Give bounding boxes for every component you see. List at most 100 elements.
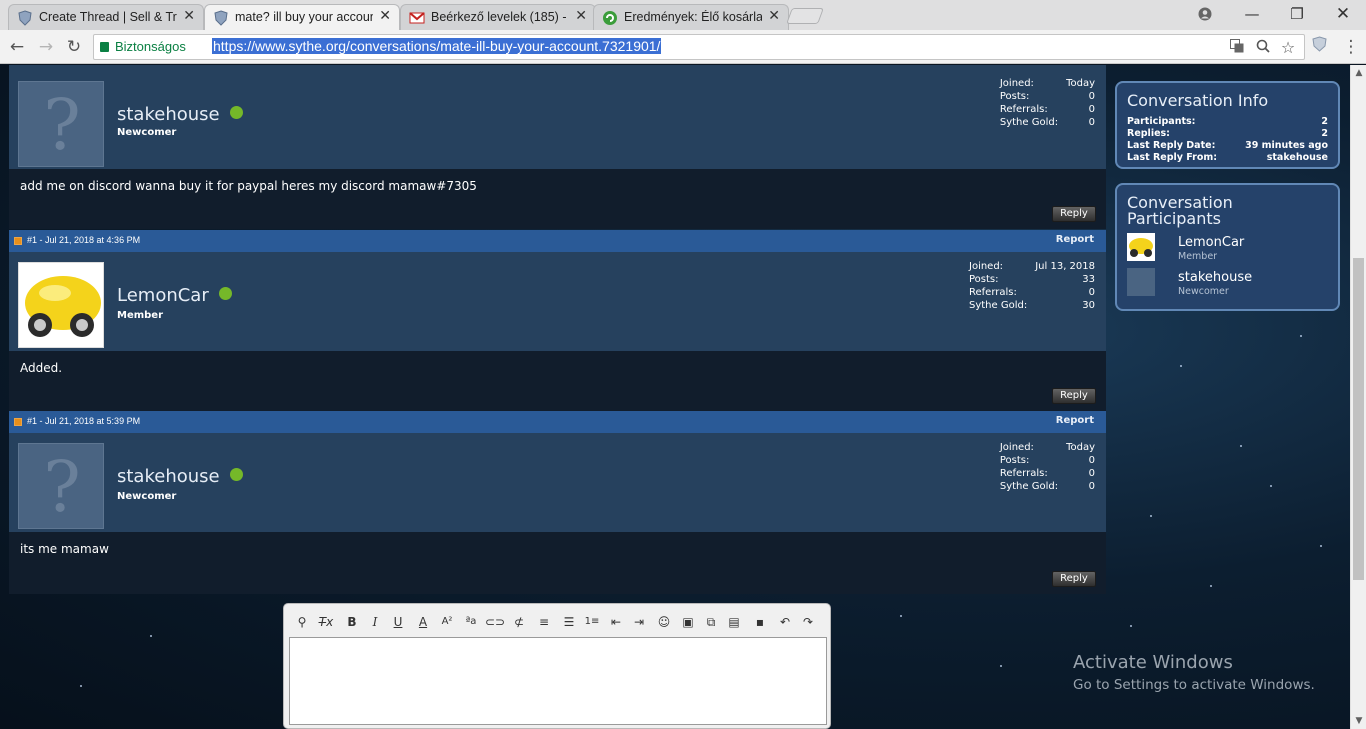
avatar[interactable]: ? <box>18 443 104 529</box>
bold-icon[interactable]: B <box>342 612 362 632</box>
scroll-thumb[interactable] <box>1353 258 1364 580</box>
online-status-icon <box>229 106 243 119</box>
url-text[interactable]: https://www.sythe.org/conversations/mate… <box>212 38 662 54</box>
tab-gmail[interactable]: Beérkező levelek (185) - ✕ <box>400 4 596 30</box>
font-family-icon[interactable]: ªa <box>461 612 481 632</box>
profile-icon[interactable] <box>1185 3 1225 25</box>
user-stats: Joined: Today Posts: 0 Referrals: 0 Sythe G… <box>999 78 1095 128</box>
reply-button[interactable]: Reply <box>1052 206 1096 222</box>
remove-format-icon[interactable]: T̶x <box>316 612 336 632</box>
new-tab-button[interactable] <box>786 8 824 24</box>
insert-icon[interactable]: ▤ <box>724 612 744 632</box>
watermark-line1: Activate Windows <box>1073 652 1233 673</box>
underline-icon[interactable]: U <box>388 612 408 632</box>
italic-icon[interactable]: I <box>365 612 385 632</box>
participant-role: Member <box>1178 251 1218 262</box>
close-icon[interactable]: ✕ <box>768 8 780 24</box>
url-bar[interactable]: Biztonságos https://www.sythe.org/conver… <box>93 34 1305 60</box>
avatar[interactable] <box>18 262 104 348</box>
conversation-info-box: Conversation Info Participants: 2 Replies… <box>1115 81 1340 169</box>
participant-item[interactable]: LemonCar Member <box>1127 233 1327 263</box>
message-permalink[interactable]: #1 - Jul 21, 2018 at 5:39 PM <box>27 416 140 426</box>
menu-kebab-icon[interactable]: ⋮ <box>1340 36 1362 58</box>
scroll-down-icon[interactable]: ▼ <box>1351 713 1366 729</box>
livescore-icon <box>603 11 617 25</box>
security-indicator[interactable]: Biztonságos <box>100 39 186 54</box>
scroll-up-icon[interactable]: ▲ <box>1351 65 1366 81</box>
reply-button[interactable]: Reply <box>1052 388 1096 404</box>
outdent-icon[interactable]: ⇤ <box>606 612 626 632</box>
message-body: Added. Reply <box>9 351 1106 411</box>
maximize-button[interactable]: ❐ <box>1277 3 1317 25</box>
tab-title: Beérkező levelek (185) - <box>431 10 567 24</box>
bookmark-star-icon[interactable]: ☆ <box>1279 39 1297 57</box>
page-scrollbar[interactable]: ▲ ▼ <box>1350 65 1366 729</box>
undo-icon[interactable]: ↶ <box>775 612 795 632</box>
message-text: add me on discord wanna buy it for paypa… <box>20 179 477 193</box>
info-row: Participants: 2 <box>1127 116 1328 127</box>
username[interactable]: stakehouse <box>117 466 243 487</box>
username[interactable]: LemonCar <box>117 285 232 306</box>
zoom-icon[interactable] <box>1254 39 1272 57</box>
back-icon[interactable]: ← <box>6 36 28 58</box>
participant-item[interactable]: stakehouse Newcomer <box>1127 268 1327 298</box>
minimize-button[interactable]: — <box>1232 3 1272 25</box>
indent-icon[interactable]: ⇥ <box>629 612 649 632</box>
secure-label: Biztonságos <box>115 39 186 54</box>
message-permalink[interactable]: #1 - Jul 21, 2018 at 4:36 PM <box>27 235 140 245</box>
avatar[interactable]: ? <box>18 81 104 167</box>
numbered-list-icon[interactable]: 1≡ <box>582 612 602 632</box>
reply-button[interactable]: Reply <box>1052 571 1096 587</box>
close-icon[interactable]: ✕ <box>575 8 587 24</box>
message-header: #1 - Jul 21, 2018 at 5:39 PM Report <box>9 411 1106 433</box>
reload-icon[interactable]: ↻ <box>63 36 85 58</box>
message-body: its me mamaw Reply <box>9 532 1106 594</box>
unlink-icon[interactable]: ⊄ <box>509 612 529 632</box>
close-icon[interactable]: ✕ <box>379 8 391 24</box>
reply-textarea[interactable] <box>289 637 827 725</box>
smilie-icon[interactable]: ☺ <box>654 612 674 632</box>
tab-conversation[interactable]: mate? ill buy your accoun ✕ <box>204 4 400 30</box>
tab-livescore[interactable]: Eredmények: Élő kosárlab ✕ <box>593 4 789 30</box>
message-icon <box>14 418 22 426</box>
font-color-icon[interactable]: A <box>413 612 433 632</box>
link-icon[interactable]: ⊂⊃ <box>485 612 505 632</box>
save-draft-icon[interactable]: ▪ <box>750 612 770 632</box>
format-painter-icon[interactable]: ⚲ <box>292 612 312 632</box>
participant-name[interactable]: LemonCar <box>1178 235 1244 250</box>
font-size-icon[interactable]: A² <box>437 612 457 632</box>
bullet-list-icon[interactable]: ☰ <box>559 612 579 632</box>
report-link[interactable]: Report <box>1056 415 1094 426</box>
report-link[interactable]: Report <box>1056 234 1094 245</box>
windows-activation-watermark: Activate Windows Go to Settings to activ… <box>1073 652 1315 693</box>
participants-box: Conversation Participants LemonCar Member… <box>1115 183 1340 311</box>
tab-create-thread[interactable]: Create Thread | Sell & Tra ✕ <box>8 4 204 30</box>
info-row: Replies: 2 <box>1127 128 1328 139</box>
gmail-icon <box>409 12 425 24</box>
sythe-shield-icon <box>18 10 32 26</box>
reply-editor: ⚲ T̶x B I U A A² ªa ⊂⊃ ⊄ ≡ ☰ 1≡ ⇤ ⇥ ☺ ▣ … <box>283 603 831 729</box>
avatar[interactable] <box>1127 268 1155 296</box>
image-icon[interactable]: ▣ <box>678 612 698 632</box>
media-icon[interactable]: ⧉ <box>701 612 721 632</box>
message: ? stakehouse Newcomer Joined: Today Posts… <box>9 65 1106 229</box>
avatar[interactable] <box>1127 233 1155 261</box>
placeholder-avatar-icon: ? <box>43 446 81 528</box>
page-content: ? stakehouse Newcomer Joined: Today Posts… <box>0 65 1350 729</box>
close-icon[interactable]: ✕ <box>183 8 195 24</box>
message-body: add me on discord wanna buy it for paypa… <box>9 169 1106 229</box>
align-icon[interactable]: ≡ <box>534 612 554 632</box>
watermark-line2: Go to Settings to activate Windows. <box>1073 677 1315 693</box>
online-status-icon <box>218 287 232 300</box>
redo-icon[interactable]: ↷ <box>798 612 818 632</box>
close-window-button[interactable]: ✕ <box>1323 3 1363 25</box>
translate-icon[interactable] <box>1228 39 1246 57</box>
extension-shield-icon[interactable] <box>1308 36 1330 58</box>
last-reply-user-link[interactable]: stakehouse <box>1267 152 1328 163</box>
message-icon <box>14 237 22 245</box>
tab-title: mate? ill buy your accoun <box>235 10 373 24</box>
participant-name[interactable]: stakehouse <box>1178 270 1252 285</box>
username[interactable]: stakehouse <box>117 104 243 125</box>
forward-icon[interactable]: → <box>35 36 57 58</box>
participant-role: Newcomer <box>1178 286 1229 297</box>
